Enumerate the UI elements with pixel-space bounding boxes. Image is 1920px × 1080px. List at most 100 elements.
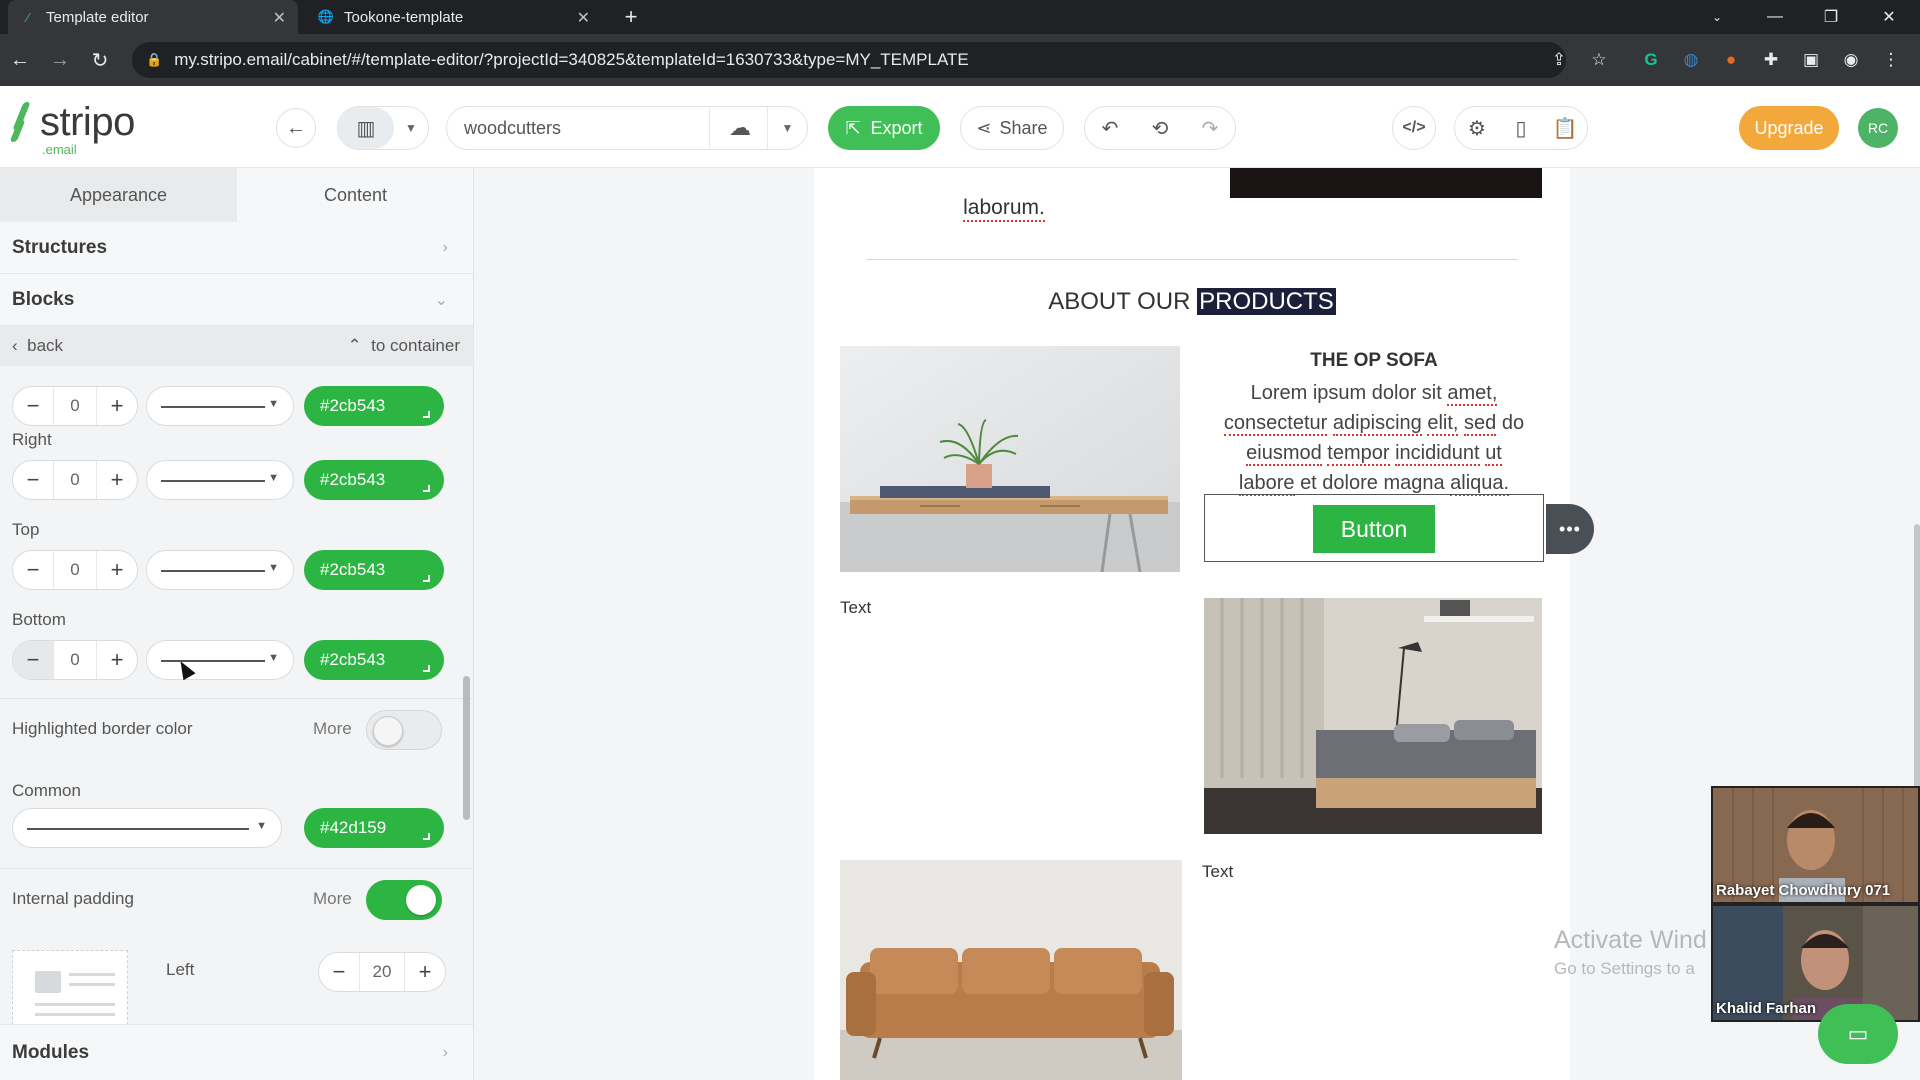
gear-icon[interactable]: ⚙ [1455, 107, 1499, 149]
back-arrow-icon[interactable]: ← [6, 46, 34, 74]
share-icon: ⋖ [976, 117, 992, 138]
border-color-picker[interactable]: #2cb543 [304, 460, 444, 500]
border-color-picker[interactable]: #2cb543 [304, 386, 444, 426]
side-panel-icon[interactable]: ▣ [1798, 47, 1824, 73]
profile-icon[interactable]: ◉ [1838, 47, 1864, 73]
reload-icon[interactable]: ↻ [86, 46, 114, 74]
extension-orange-icon[interactable]: ● [1718, 47, 1744, 73]
text-block-placeholder[interactable]: Text [1202, 862, 1233, 882]
product-description[interactable]: Lorem ipsum dolor sit amet, consectetur … [1206, 378, 1542, 498]
close-tab-icon[interactable]: ✕ [577, 8, 590, 28]
share-button[interactable]: ⋖ Share [960, 106, 1064, 150]
product-image-bedroom[interactable] [1204, 598, 1542, 834]
text-block-placeholder[interactable]: Text [840, 598, 871, 618]
preview-devices-icon[interactable]: ▯ [1499, 107, 1543, 149]
stepper-value[interactable]: 0 [53, 387, 97, 425]
code-editor-icon[interactable]: </> [1392, 106, 1436, 150]
tab-appearance[interactable]: Appearance [0, 168, 237, 222]
browser-tab-template-editor[interactable]: ⁄ Template editor ✕ [8, 0, 298, 34]
border-style-select[interactable]: ▼ [146, 640, 294, 680]
common-border-color-picker[interactable]: #42d159 [304, 808, 444, 848]
minus-icon[interactable]: − [319, 959, 359, 985]
back-link[interactable]: ‹ back [12, 336, 63, 356]
minus-icon[interactable]: − [13, 641, 53, 679]
puzzle-extensions-icon[interactable]: ✚ [1758, 47, 1784, 73]
avatar[interactable]: RC [1858, 108, 1898, 148]
stepper-value[interactable]: 0 [53, 461, 97, 499]
modules-section[interactable]: Modules › [0, 1024, 473, 1080]
previous-image-block[interactable] [1230, 168, 1542, 198]
stepper-value[interactable]: 0 [53, 641, 97, 679]
border-style-select[interactable]: ▼ [146, 550, 294, 590]
support-chat-icon[interactable]: ▭ [1818, 1004, 1898, 1064]
plus-icon[interactable]: + [97, 393, 137, 419]
tab-title: Template editor [46, 8, 149, 26]
border-top-row: − 0 + ▼ #2cb543 [12, 550, 446, 590]
template-name-input[interactable] [448, 108, 710, 148]
extension-globe-icon[interactable]: ◍ [1678, 47, 1704, 73]
video-participant-2[interactable]: Khalid Farhan [1711, 904, 1920, 1022]
redo-icon[interactable]: ↷ [1185, 107, 1235, 149]
star-bookmark-icon[interactable]: ☆ [1586, 47, 1612, 73]
minus-icon[interactable]: − [13, 557, 53, 583]
browser-tab-tookone[interactable]: 🌐 Tookone-template ✕ [306, 0, 602, 34]
forward-arrow-icon[interactable]: → [46, 46, 74, 74]
browser-address-bar: ← → ↻ 🔒 my.stripo.email/cabinet/#/templa… [0, 34, 1920, 86]
version-history-icon[interactable]: ⟲ [1135, 107, 1185, 149]
plus-icon[interactable]: + [97, 557, 137, 583]
chevron-down-icon[interactable]: ▼ [394, 121, 428, 135]
panel-scrollbar[interactable] [463, 676, 470, 820]
button-block-selected[interactable]: Button [1204, 494, 1544, 562]
block-context-menu-button[interactable]: ••• [1546, 504, 1594, 554]
internal-padding-toggle[interactable] [366, 880, 442, 920]
product-title[interactable]: THE OP SOFA [1206, 350, 1542, 372]
close-tab-icon[interactable]: ✕ [273, 8, 286, 28]
plus-icon[interactable]: + [97, 647, 137, 673]
tab-search-icon[interactable]: ⌄ [1694, 0, 1740, 34]
grammarly-icon[interactable]: G [1638, 47, 1664, 73]
border-style-select[interactable]: ▼ [146, 386, 294, 426]
to-container-link[interactable]: ⌃ to container [347, 336, 460, 356]
minus-icon[interactable]: − [13, 467, 53, 493]
plus-icon[interactable]: + [97, 467, 137, 493]
test-clipboard-icon[interactable]: 📋 [1543, 107, 1587, 149]
cta-button[interactable]: Button [1313, 505, 1435, 553]
border-color-picker[interactable]: #2cb543 [304, 640, 444, 680]
new-tab-icon[interactable]: + [608, 0, 654, 34]
minimize-icon[interactable]: — [1752, 0, 1798, 34]
browser-menu-icon[interactable]: ⋮ [1878, 47, 1904, 73]
undo-icon[interactable]: ↶ [1085, 107, 1135, 149]
layout-toggle[interactable]: ▥ ▼ [337, 106, 429, 150]
share-page-icon[interactable]: ⇪ [1546, 47, 1572, 73]
stepper-value[interactable]: 20 [359, 953, 405, 991]
restore-icon[interactable]: ❐ [1808, 0, 1854, 34]
structures-section[interactable]: Structures › [0, 222, 473, 274]
section-title-selection: PRODUCTS [1197, 288, 1336, 315]
border-style-select[interactable]: ▼ [146, 460, 294, 500]
tab-content[interactable]: Content [237, 168, 473, 222]
chevron-down-icon[interactable]: ▼ [767, 107, 807, 149]
back-to-templates-button[interactable]: ← [276, 108, 316, 148]
previous-text-block[interactable]: laborum. [844, 178, 1164, 222]
plus-icon[interactable]: + [405, 959, 445, 985]
upgrade-button[interactable]: Upgrade [1739, 106, 1839, 150]
minus-icon[interactable]: − [13, 393, 53, 419]
cloud-upload-icon[interactable]: ☁ [715, 107, 765, 149]
common-color-row: #42d159 [12, 808, 446, 848]
blocks-section[interactable]: Blocks ⌄ [0, 274, 473, 326]
product-image-table[interactable] [840, 346, 1180, 572]
highlighted-border-toggle[interactable] [366, 710, 442, 750]
share-label: Share [999, 117, 1048, 138]
close-window-icon[interactable]: ✕ [1866, 0, 1912, 34]
panel-layout-icon[interactable]: ▥ [338, 107, 394, 149]
url-field[interactable]: 🔒 my.stripo.email/cabinet/#/template-edi… [132, 42, 1566, 78]
border-color-picker[interactable]: #2cb543 [304, 550, 444, 590]
stripo-favicon-icon: ⁄ [26, 9, 30, 25]
desc-word: adipiscing [1332, 412, 1422, 436]
stripo-logo[interactable]: stripo .email [9, 100, 135, 157]
product-image-sofa[interactable] [840, 860, 1182, 1080]
video-participant-1[interactable]: Rabayet Chowdhury 071 [1711, 786, 1920, 904]
stepper-value[interactable]: 0 [53, 551, 97, 589]
section-title[interactable]: ABOUT OUR PRODUCTS [814, 288, 1570, 316]
export-button[interactable]: ⇱ Export [828, 106, 940, 150]
